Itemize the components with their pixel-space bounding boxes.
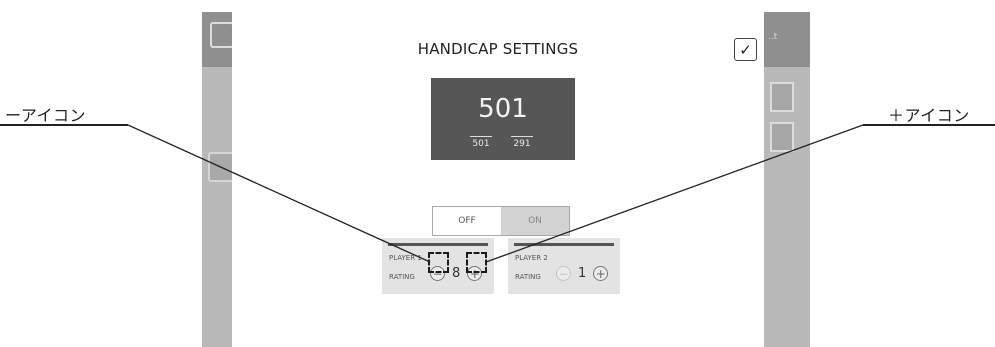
score-main: 501 <box>478 94 528 124</box>
score-sub-2: 291 <box>511 136 533 149</box>
toggle-off-option[interactable]: OFF <box>433 207 501 235</box>
minus-icon-callout: ーアイコン <box>5 106 87 125</box>
player-card-bar <box>388 243 488 246</box>
plus-icon-callout: ＋アイコン <box>888 106 970 125</box>
plus-circle-icon[interactable]: + <box>593 266 609 281</box>
rating-stepper: − 8 + <box>430 266 483 281</box>
plus-callout-underline <box>863 124 995 126</box>
player-card-2: PLAYER 2 RATING − 1 + <box>508 238 620 294</box>
rating-label: RATING <box>515 273 541 281</box>
rating-value: 8 <box>452 266 461 281</box>
minus-circle-icon[interactable]: − <box>430 266 445 281</box>
player-card-1: PLAYER 1 RATING − 8 + <box>382 238 494 294</box>
app-back-icon <box>208 152 234 182</box>
score-panel: 501 501 291 <box>431 78 575 160</box>
minus-callout-underline <box>0 124 128 126</box>
player-name: PLAYER 2 <box>515 254 548 262</box>
minus-circle-icon[interactable]: − <box>556 266 571 281</box>
handicap-toggle[interactable]: OFF ON <box>432 206 570 236</box>
app-right-text: ..t <box>768 32 778 42</box>
score-sub-1: 501 <box>470 136 492 149</box>
plus-circle-icon[interactable]: + <box>467 266 483 281</box>
rating-stepper: − 1 + <box>556 266 609 281</box>
handicap-settings-dialog: HANDICAP SETTINGS ✓ 501 501 291 OFF ON P… <box>232 12 764 347</box>
player-name: PLAYER 1 <box>389 254 422 262</box>
confirm-button[interactable]: ✓ <box>734 38 757 61</box>
player-card-bar <box>514 243 614 246</box>
app-side-button-1 <box>770 82 794 112</box>
check-icon: ✓ <box>739 40 752 59</box>
app-menu-icon <box>210 22 234 48</box>
toggle-on-option[interactable]: ON <box>501 207 569 235</box>
dialog-title: HANDICAP SETTINGS <box>417 40 579 58</box>
app-side-button-2 <box>770 122 794 152</box>
rating-value: 1 <box>578 266 587 281</box>
rating-label: RATING <box>389 273 415 281</box>
